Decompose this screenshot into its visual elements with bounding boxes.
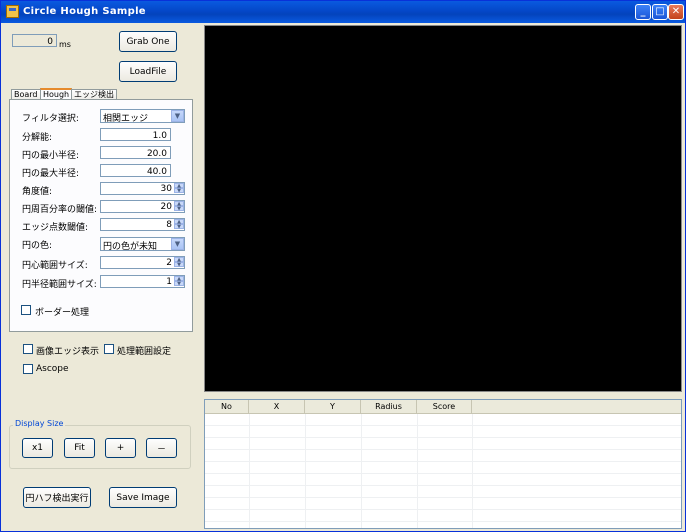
table-row (205, 510, 681, 522)
edge-threshold-label: エッジ点数閾値: (22, 223, 89, 233)
spin-down-icon[interactable]: ▼ (174, 206, 184, 212)
column-header-score[interactable]: Score (417, 400, 472, 414)
angle-value: 30 (160, 184, 172, 194)
spin-down-icon[interactable]: ▼ (174, 188, 184, 194)
column-header-y[interactable]: Y (305, 400, 361, 414)
table-row (205, 462, 681, 474)
hough-settings-panel: フィルタ選択: 相関エッジ ▼ 分解能: 1.0 円の最小半径: 20.0 円の… (9, 99, 193, 332)
edge-threshold-value: 8 (166, 220, 172, 230)
run-hough-button[interactable]: 円ハフ検出実行 (23, 487, 91, 508)
table-row (205, 414, 681, 426)
resolution-label: 分解能: (22, 133, 53, 143)
max-radius-label: 円の最大半径: (22, 169, 80, 179)
close-button[interactable]: ✕ (668, 4, 684, 20)
column-header-x[interactable]: X (249, 400, 305, 414)
table-row (205, 438, 681, 450)
chevron-down-icon[interactable]: ▼ (171, 238, 184, 250)
circumference-threshold-value: 20 (160, 202, 172, 212)
spin-down-icon[interactable]: ▼ (174, 281, 184, 287)
show-edge-checkbox[interactable] (23, 344, 33, 354)
zoom-1x-button[interactable]: x1 (22, 438, 53, 458)
elapsed-time-field: 0 (12, 34, 57, 47)
resolution-input[interactable]: 1.0 (100, 128, 171, 141)
title-bar[interactable]: Circle Hough Sample _ □ ✕ (1, 1, 685, 23)
radius-range-label: 円半径範囲サイズ: (22, 280, 97, 290)
window-title: Circle Hough Sample (23, 6, 146, 17)
maximize-button[interactable]: □ (652, 4, 668, 20)
center-range-label: 円心範囲サイズ: (22, 261, 88, 271)
table-row (205, 474, 681, 486)
edge-threshold-spinner[interactable]: 8 ▲ ▼ (100, 218, 185, 231)
min-radius-label: 円の最小半径: (22, 151, 80, 161)
roi-checkbox[interactable] (104, 344, 114, 354)
app-icon (6, 5, 19, 18)
ascope-checkbox[interactable] (23, 364, 33, 374)
display-size-title: Display Size (13, 419, 66, 428)
time-unit-label: ms (59, 40, 71, 49)
spin-down-icon[interactable]: ▼ (174, 262, 184, 268)
chevron-down-icon[interactable]: ▼ (171, 110, 184, 122)
main-window: Circle Hough Sample _ □ ✕ 0 ms Grab One … (0, 0, 686, 532)
circumference-threshold-spinner[interactable]: 20 ▲ ▼ (100, 200, 185, 213)
show-edge-label: 画像エッジ表示 (36, 347, 100, 357)
column-header-radius[interactable]: Radius (361, 400, 417, 414)
circle-color-label: 円の色: (22, 241, 53, 251)
min-radius-input[interactable]: 20.0 (100, 146, 171, 159)
image-display-area[interactable] (204, 25, 682, 392)
filter-select[interactable]: 相関エッジ ▼ (100, 109, 185, 124)
minimize-button[interactable]: _ (635, 4, 651, 20)
radius-range-value: 1 (166, 277, 172, 287)
grab-one-button[interactable]: Grab One (119, 31, 177, 52)
results-table-header: No X Y Radius Score (205, 400, 681, 414)
center-range-value: 2 (166, 258, 172, 268)
angle-spinner[interactable]: 30 ▲ ▼ (100, 182, 185, 195)
circumference-threshold-label: 円周百分率の閾値: (22, 205, 98, 215)
zoom-in-button[interactable]: + (105, 438, 136, 458)
zoom-fit-button[interactable]: Fit (64, 438, 95, 458)
table-row (205, 450, 681, 462)
max-radius-input[interactable]: 40.0 (100, 164, 171, 177)
angle-label: 角度値: (22, 187, 53, 197)
table-row (205, 486, 681, 498)
results-table[interactable]: No X Y Radius Score (204, 399, 682, 529)
load-file-button[interactable]: LoadFile (119, 61, 177, 82)
zoom-out-button[interactable]: － (146, 438, 177, 458)
filter-select-value: 相関エッジ (103, 114, 149, 124)
spin-down-icon[interactable]: ▼ (174, 224, 184, 230)
ascope-label: Ascope (36, 364, 69, 374)
table-row (205, 498, 681, 510)
border-processing-label: ボーダー処理 (35, 308, 90, 318)
table-row (205, 426, 681, 438)
save-image-button[interactable]: Save Image (109, 487, 177, 508)
center-range-spinner[interactable]: 2 ▲ ▼ (100, 256, 185, 269)
column-header-no[interactable]: No (205, 400, 249, 414)
filter-label: フィルタ選択: (22, 114, 79, 124)
circle-color-value: 円の色が未知 (103, 242, 158, 252)
roi-label: 処理範囲設定 (117, 347, 172, 357)
border-processing-checkbox[interactable] (21, 305, 31, 315)
radius-range-spinner[interactable]: 1 ▲ ▼ (100, 275, 185, 288)
circle-color-select[interactable]: 円の色が未知 ▼ (100, 237, 185, 252)
